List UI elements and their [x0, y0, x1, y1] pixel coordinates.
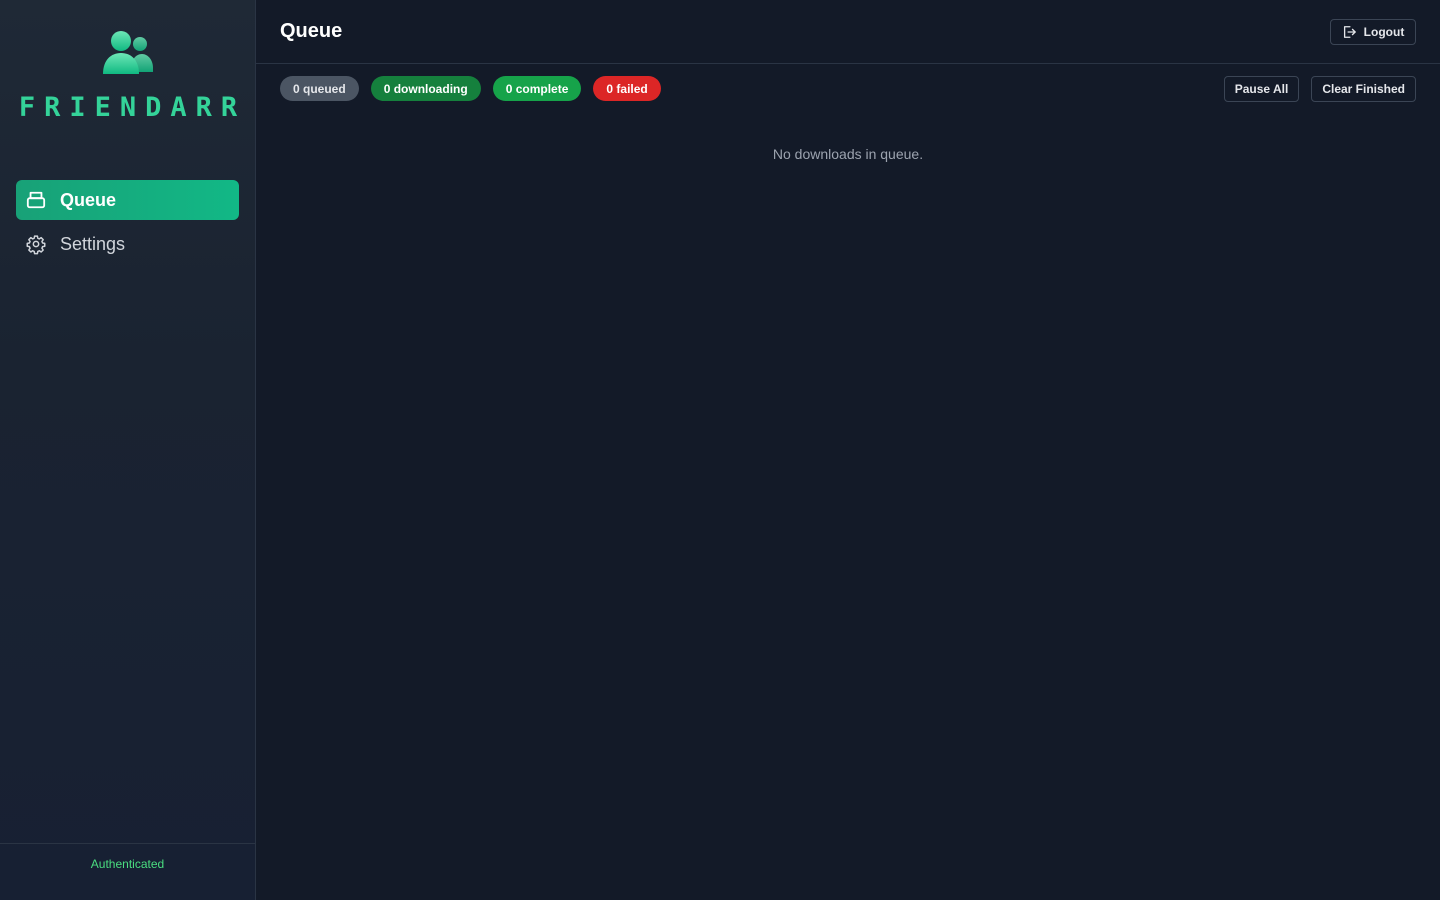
logout-icon [1342, 25, 1356, 39]
logo: FRIENDARR [0, 26, 256, 126]
queue-toolbar: 0 queued 0 downloading 0 complete 0 fail… [280, 76, 1416, 102]
empty-queue-message: No downloads in queue. [772, 146, 924, 162]
queued-badge: 0 queued [280, 76, 359, 101]
sidebar-nav: Queue Settings [16, 180, 239, 268]
pause-all-button[interactable]: Pause All [1223, 76, 1300, 102]
users-icon [100, 28, 156, 81]
app-name: FRIENDARR [18, 92, 247, 123]
sidebar-item-label: Settings [60, 233, 126, 254]
status-badges: 0 queued 0 downloading 0 complete 0 fail… [280, 76, 673, 101]
inbox-icon [26, 190, 46, 210]
failed-badge: 0 failed [593, 76, 661, 101]
page-header: Queue Logout [256, 0, 1440, 64]
sidebar-item-queue[interactable]: Queue [16, 180, 239, 220]
logout-button[interactable]: Logout [1330, 19, 1416, 45]
complete-badge: 0 complete [492, 76, 582, 101]
gear-icon [26, 234, 46, 255]
page-title: Queue [280, 20, 343, 42]
sidebar: FRIENDARR Queue Settings Authenticated [0, 0, 256, 900]
sidebar-item-label: Queue [60, 189, 117, 210]
queue-actions: Pause All Clear Finished [1212, 76, 1416, 102]
logout-label: Logout [1363, 25, 1405, 39]
clear-finished-button[interactable]: Clear Finished [1311, 76, 1416, 102]
downloading-badge: 0 downloading [370, 76, 481, 101]
auth-status: Authenticated [0, 843, 255, 900]
sidebar-item-settings[interactable]: Settings [16, 224, 239, 264]
